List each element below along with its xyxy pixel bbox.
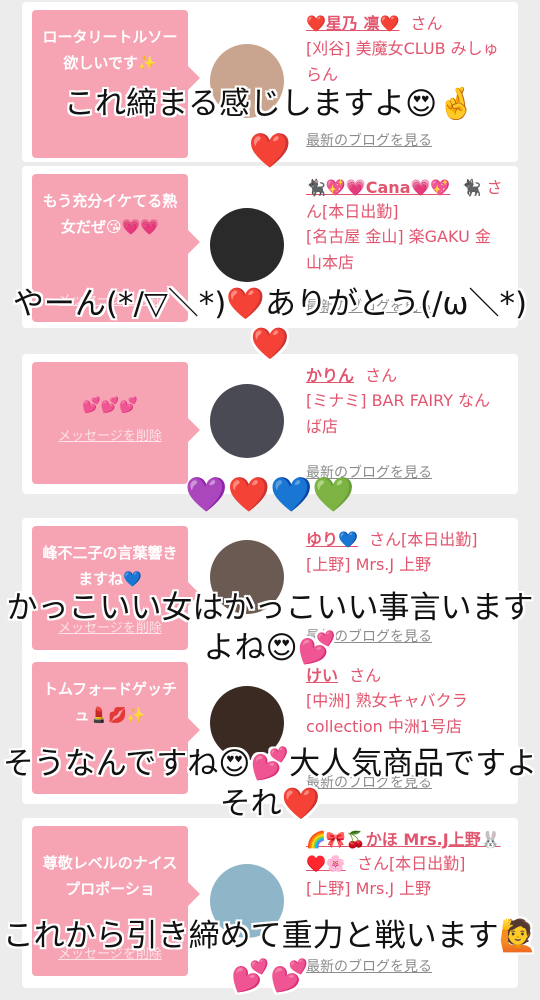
cast-name-link[interactable]: けい <box>306 666 338 685</box>
overlay-heart: ❤️ <box>248 131 292 171</box>
overlay-caption: やーん(*/▽＼*)❤️ありがとう(/ω＼*)❤️ <box>12 286 528 362</box>
avatar[interactable] <box>210 384 284 458</box>
message-text: 尊敬レベルのナイスプロポーショ <box>42 854 178 898</box>
honorific: さん[本日出勤] <box>356 854 466 873</box>
shop-name: [名古屋 金山] 楽GAKU 金山本店 <box>306 227 491 272</box>
shop-name: [上野] Mrs.J 上野 <box>306 555 432 574</box>
honorific: さん <box>365 366 398 385</box>
shop-name: [中洲] 熟女キャバクラ collection 中洲1号店 <box>306 691 468 736</box>
message-text: ロータリートルソー欲しいです✨ <box>42 28 178 72</box>
cast-name-link[interactable]: 🐈‍⬛💖💗Cana💗💖 <box>306 178 450 197</box>
message-text: 💕💕💕 <box>81 396 139 414</box>
message-card: 💕💕💕 メッセージを削除 かりん さん [ミナミ] BAR FAIRY なんば店… <box>22 354 518 494</box>
honorific: さん <box>410 14 443 33</box>
cast-name-link[interactable]: ゆり💙 <box>306 530 358 549</box>
honorific: さん <box>349 666 382 685</box>
message-text: トムフォードゲッチュ💄💋✨ <box>42 680 178 724</box>
shop-name: [上野] Mrs.J 上野 <box>306 879 432 898</box>
overlay-caption: これから引き締めて重力と戦います🙋💕💕 <box>2 918 538 994</box>
honorific: さん[本日出勤] <box>369 530 478 549</box>
message-text: 峰不二子の言葉響きますね💙 <box>42 544 178 588</box>
message-text: もう充分イケてる熟女だぜ😘💗💗 <box>42 192 178 236</box>
overlay-caption: そうなんですね😍💕大人気商品ですよそれ❤️ <box>2 746 538 822</box>
delete-message-link[interactable]: メッセージを削除 <box>32 425 188 444</box>
shop-name: [刈谷] 美魔女CLUB みしゅらん <box>306 39 499 84</box>
overlay-caption: かっこいい女はかっこいい事言いますよね😍💕 <box>6 590 534 666</box>
cast-name-link[interactable]: ❤️星乃 凛❤️ <box>306 14 399 33</box>
overlay-caption: これ締まる感じしますよ😍🤞 <box>64 86 476 122</box>
shop-name: [ミナミ] BAR FAIRY なんば店 <box>306 391 491 436</box>
overlay-hearts: 💜❤️💙💚 <box>185 475 355 515</box>
message-bubble: 💕💕💕 メッセージを削除 <box>32 362 200 484</box>
avatar[interactable] <box>210 208 284 282</box>
cast-name-link[interactable]: かりん <box>306 366 354 385</box>
